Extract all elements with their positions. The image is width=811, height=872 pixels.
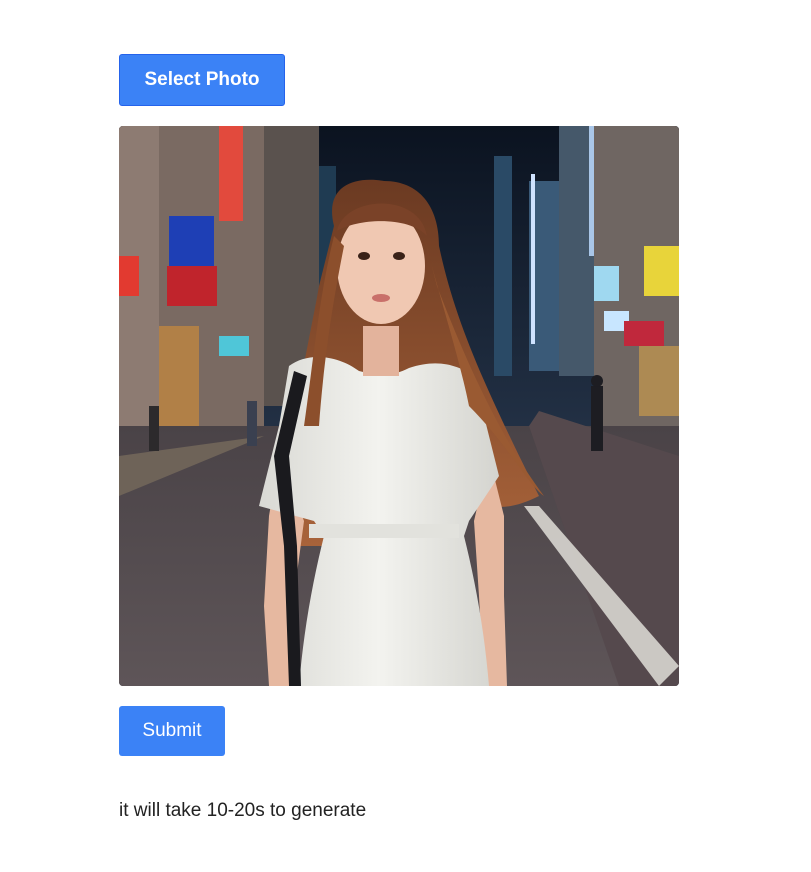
photo-preview	[119, 126, 679, 686]
select-photo-button[interactable]: Select Photo	[119, 54, 285, 106]
generation-time-note: it will take 10-20s to generate	[119, 800, 367, 821]
upload-panel: Select Photo Submit it will take 10-20s …	[119, 54, 679, 822]
photo-image	[119, 126, 679, 686]
submit-button[interactable]: Submit	[119, 706, 225, 756]
